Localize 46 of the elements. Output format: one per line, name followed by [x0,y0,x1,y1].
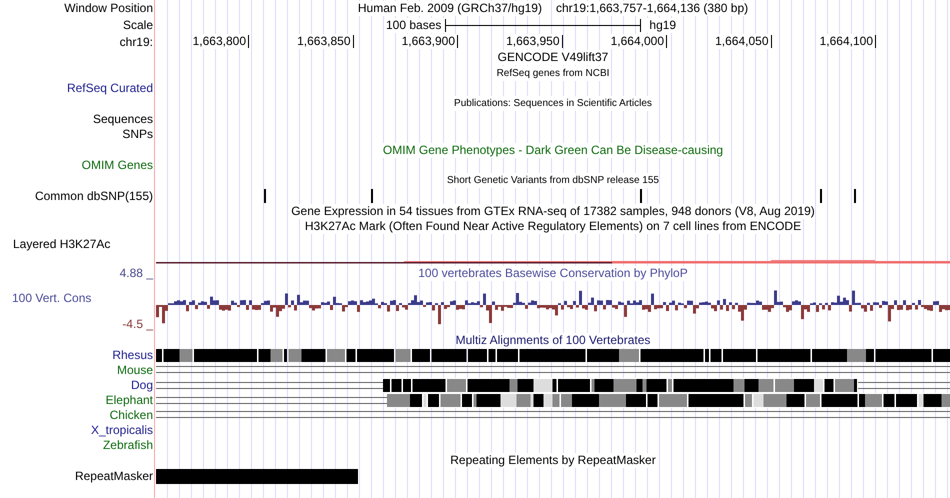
species-label[interactable]: X_tropicalis [90,422,153,437]
track-title: OMIM Gene Phenotypes - Dark Green Can Be Disease-causing [382,142,724,158]
track-label[interactable]: Layered H3K27Ac [13,236,110,251]
track-label[interactable]: 100 Vert. Cons [12,291,92,306]
track-label[interactable]: SNPs [122,127,153,142]
species-label[interactable]: Chicken [110,408,153,422]
track-label[interactable]: Scale [122,18,153,32]
track-label[interactable]: RepeatMasker [74,468,153,483]
ruler-tick-label: 1,664,100 [820,34,875,49]
ruler-tick-label: 1,664,050 [715,34,770,49]
ruler-tick-label: 1,663,950 [506,34,562,49]
track-title: Repeating Elements by RepeatMasker [450,452,656,468]
species-label[interactable]: Elephant [106,392,153,407]
track-title: Gene Expression in 54 tissues from GTEx RNA-seq of 17382 samples, 948 donors (V8, Aug 2019) [291,204,815,220]
species-label[interactable]: Dog [130,378,153,392]
scale-length: 100 bases [386,18,446,33]
axis-max-label: 4.88 _ [120,266,153,280]
ruler-tick [875,35,876,48]
ruler-tick-label: 1,663,900 [402,34,457,49]
track-label[interactable]: Window Position [64,1,153,15]
ruler-tick-label: 1,664,000 [610,34,666,49]
track-title: H3K27Ac Mark (Often Found Near Active Regulatory Elements) on 7 cell lines from ENCODE [304,219,802,234]
axis-min-label: -4.5 _ [122,316,153,331]
species-label[interactable]: Zebrafish [102,438,153,452]
species-label[interactable]: Rhesus [112,348,153,362]
ruler-tick [666,35,667,48]
track-title: Short Genetic Variants from dbSNP release 155 [447,173,659,188]
ruler-tick [248,35,249,48]
species-label[interactable]: Mouse [116,362,153,377]
track-label[interactable]: RefSeq Curated [66,80,153,95]
track-title: GENCODE V49lift37 [498,50,608,66]
ruler-tick-label: 1,663,850 [297,34,352,49]
track-label[interactable]: chr19: [120,34,153,48]
ruler-tick-label: 1,663,800 [192,34,248,49]
track-label[interactable]: OMIM Genes [82,158,153,172]
track-title: Publications: Sequences in Scientific Articles [454,96,652,112]
track-title: RefSeq genes from NCBI [496,66,610,81]
track-title: Multiz Alignments of 100 Vertebrates [456,333,650,348]
region-position: chr19:1,663,757-1,664,136 (380 bp) [556,1,748,16]
assembly-title: Human Feb. 2009 (GRCh37/hg19) [358,1,542,16]
track-title: 100 vertebrates Basewise Conservation by PhyloP [418,266,688,281]
track-label[interactable]: Common dbSNP(155) [34,188,153,203]
track-label[interactable]: Sequences [92,112,153,126]
ruler-tick [770,35,772,48]
ruler-tick [457,35,458,48]
ruler-tick [352,35,354,48]
